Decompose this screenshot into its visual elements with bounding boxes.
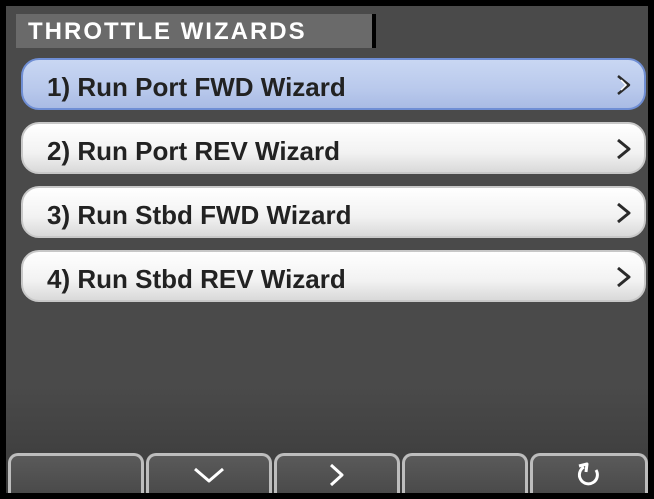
menu-item-stbd-rev[interactable]: 4) Run Stbd REV Wizard: [21, 250, 646, 302]
menu-item-stbd-fwd[interactable]: 3) Run Stbd FWD Wizard: [21, 186, 646, 238]
softkey-1[interactable]: [8, 453, 144, 493]
screen: THROTTLE WIZARDS 1) Run Port FWD Wizard …: [6, 6, 648, 493]
menu-item-label: 1) Run Port FWD Wizard: [47, 72, 346, 102]
return-icon: [577, 462, 599, 485]
softkey-down[interactable]: [146, 453, 272, 493]
menu-item-label: 2) Run Port REV Wizard: [47, 136, 341, 166]
chevron-down-icon: [194, 467, 224, 482]
chevron-right-icon: [617, 202, 631, 224]
chevron-right-outline-icon: [617, 75, 631, 95]
menu-item-label: 4) Run Stbd REV Wizard: [47, 264, 346, 294]
chevron-right-icon: [617, 266, 631, 288]
softkey-enter[interactable]: [274, 453, 400, 493]
softkey-4[interactable]: [402, 453, 528, 493]
menu-item-port-rev[interactable]: 2) Run Port REV Wizard: [21, 122, 646, 174]
menu-item-label: 3) Run Stbd FWD Wizard: [47, 200, 352, 230]
menu-item-port-fwd[interactable]: 1) Run Port FWD Wizard: [21, 58, 646, 110]
softkey-back[interactable]: [530, 453, 648, 493]
chevron-right-icon: [329, 463, 344, 486]
chevron-right-icon: [617, 138, 631, 160]
softkey-bar: [6, 453, 648, 493]
page-title: THROTTLE WIZARDS: [28, 18, 307, 45]
